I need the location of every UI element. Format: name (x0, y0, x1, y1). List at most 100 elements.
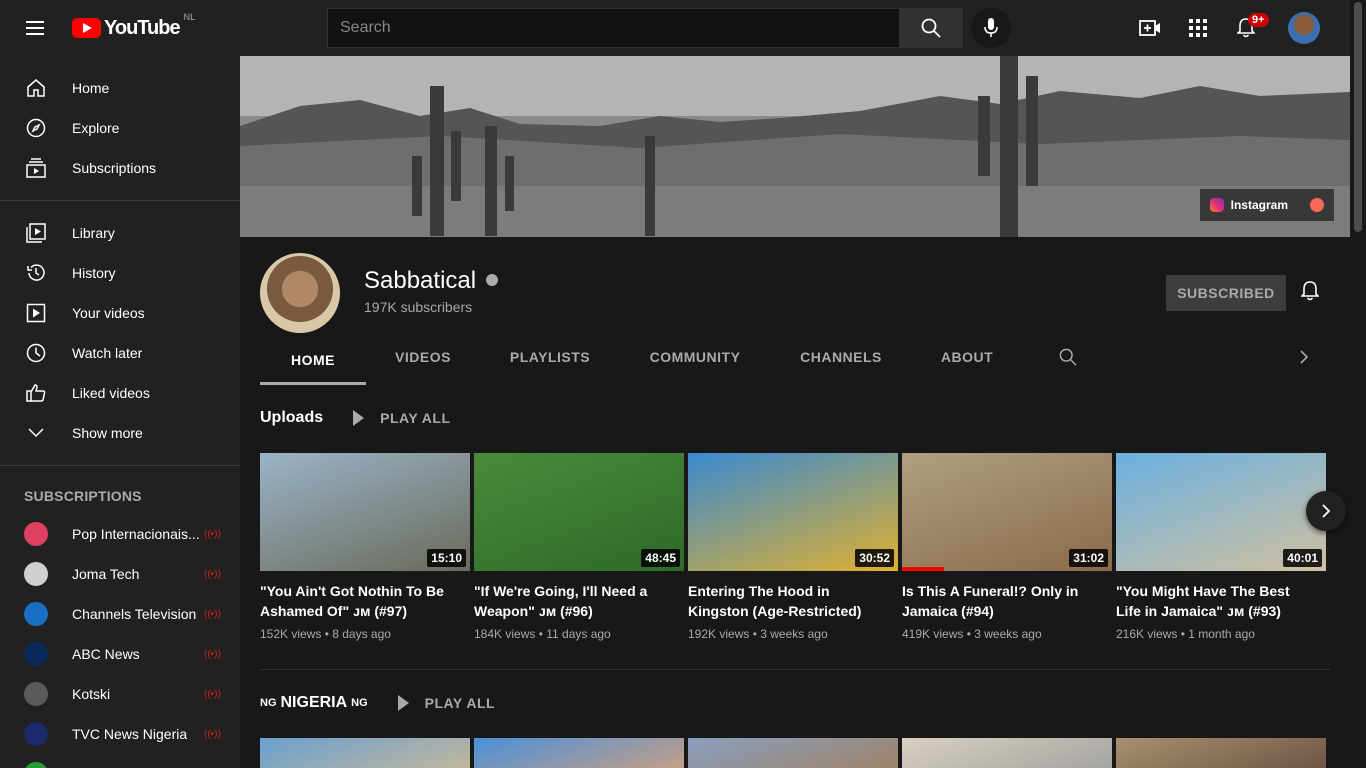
video-thumbnail[interactable] (1116, 738, 1326, 768)
search-input[interactable] (327, 8, 899, 48)
subscription-item[interactable]: THE WILD ELEPHA...((•)) (0, 754, 240, 768)
shelf-divider (260, 669, 1330, 670)
subscription-item[interactable]: ABC News ((•)) (0, 634, 240, 674)
nigeria-flag-suffix: NG (351, 697, 368, 709)
video-duration: 30:52 (855, 549, 894, 567)
video-metadata: 216K views • 1 month ago (1116, 627, 1255, 641)
play-icon (397, 695, 409, 711)
sidebar-item-library[interactable]: Library (0, 213, 240, 253)
subscription-item[interactable]: Kotski ((•)) (0, 674, 240, 714)
subscription-item[interactable]: Joma Tech ((•)) (0, 554, 240, 594)
video-card[interactable]: 40:01 "You Might Have The Best Life in Ja… (1116, 453, 1326, 641)
video-card[interactable] (688, 738, 898, 768)
scrollbar-thumb[interactable] (1354, 2, 1362, 232)
youtube-logo[interactable]: YouTube NL (72, 12, 195, 40)
video-thumbnail[interactable]: 40:01 (1116, 453, 1326, 571)
video-card[interactable] (1116, 738, 1326, 768)
sidebar-divider (0, 465, 240, 466)
search-icon (921, 18, 941, 38)
voice-search-button[interactable] (971, 8, 1011, 48)
patreon-icon[interactable] (1310, 198, 1324, 212)
video-card[interactable]: 31:02 Is This A Funeral!? Only in Jamaica… (902, 453, 1112, 641)
home-icon (24, 76, 48, 100)
shelf-scroll-right-button[interactable] (1306, 491, 1346, 531)
sidebar-item-show-more[interactable]: Show more (0, 413, 240, 453)
banner-social-links[interactable]: Instagram (1199, 189, 1334, 221)
notification-badge: 9+ (1248, 13, 1269, 27)
account-avatar[interactable] (1288, 12, 1320, 44)
sidebar-item-history[interactable]: History (0, 253, 240, 293)
tabs-scroll-right-button[interactable] (1294, 347, 1314, 367)
sidebar-item-liked-videos[interactable]: Liked videos (0, 373, 240, 413)
instagram-link[interactable]: Instagram (1231, 198, 1288, 212)
video-thumbnail[interactable]: 30:52 (688, 453, 898, 571)
video-metadata: 419K views • 3 weeks ago (902, 627, 1042, 641)
subscribed-button[interactable]: SUBSCRIBED (1166, 275, 1286, 311)
uploads-shelf-title[interactable]: Uploads (260, 409, 323, 427)
channel-avatar[interactable] (260, 253, 340, 333)
video-title[interactable]: "You Might Have The Best Life in Jamaica… (1116, 581, 1326, 621)
subscription-item[interactable]: Pop Internacionais... ((•)) (0, 514, 240, 554)
video-thumbnail[interactable]: 15:10 (260, 453, 470, 571)
nigeria-flag-prefix: NG (260, 697, 277, 709)
sidebar-item-subscriptions[interactable]: Subscriptions (0, 148, 240, 188)
uploads-play-all-button[interactable]: PLAY ALL (353, 410, 450, 426)
nigeria-play-all-button[interactable]: PLAY ALL (397, 695, 495, 711)
channel-avatar (24, 522, 48, 546)
video-thumbnail[interactable] (260, 738, 470, 768)
nigeria-shelf-header: NG NIGERIA NG PLAY ALL (260, 694, 495, 712)
tab-videos[interactable]: VIDEOS (366, 333, 480, 381)
video-title[interactable]: "You Ain't Got Nothin To Be Ashamed Of" … (260, 581, 470, 621)
video-thumbnail[interactable]: 31:02 (902, 453, 1112, 571)
channel-notification-button[interactable] (1298, 279, 1322, 303)
video-title[interactable]: "If We're Going, I'll Need a Weapon" ᴊᴍ … (474, 581, 684, 621)
apps-button[interactable] (1182, 12, 1214, 44)
video-card[interactable] (260, 738, 470, 768)
video-card[interactable] (474, 738, 684, 768)
subscription-name: Kotski (72, 686, 111, 702)
play-icon (353, 410, 365, 426)
video-metadata: 192K views • 3 weeks ago (688, 627, 828, 641)
channel-search-button[interactable] (1058, 347, 1078, 367)
sidebar-item-explore[interactable]: Explore (0, 108, 240, 148)
search-button[interactable] (899, 8, 963, 48)
tab-community[interactable]: COMMUNITY (620, 333, 770, 381)
top-bar: YouTube NL 9+ (0, 0, 1366, 56)
subscriptions-heading: SUBSCRIPTIONS (24, 488, 142, 504)
menu-icon[interactable] (20, 12, 52, 44)
page-scrollbar[interactable] (1350, 0, 1366, 768)
banner-image (240, 56, 1350, 237)
tab-home[interactable]: HOME (260, 333, 366, 385)
video-thumbnail[interactable] (474, 738, 684, 768)
video-duration: 48:45 (641, 549, 680, 567)
create-video-button[interactable] (1134, 12, 1166, 44)
subscription-item[interactable]: TVC News Nigeria ((•)) (0, 714, 240, 754)
chevron-right-icon (1300, 350, 1309, 364)
video-thumbnail[interactable] (688, 738, 898, 768)
tab-channels[interactable]: CHANNELS (770, 333, 912, 381)
channel-name-text: Sabbatical (364, 267, 477, 294)
sidebar-item-home[interactable]: Home (0, 68, 240, 108)
sidebar-item-label: Show more (72, 425, 143, 441)
nigeria-shelf-title[interactable]: NIGERIA (281, 694, 348, 712)
uploads-shelf-header: Uploads PLAY ALL (260, 409, 451, 427)
video-thumbnail[interactable]: 48:45 (474, 453, 684, 571)
tab-playlists[interactable]: PLAYLISTS (480, 333, 620, 381)
logo-text: YouTube (104, 16, 181, 39)
sidebar-item-your-videos[interactable]: Your videos (0, 293, 240, 333)
video-card[interactable]: 48:45 "If We're Going, I'll Need a Weapon… (474, 453, 684, 641)
video-title[interactable]: Is This A Funeral!? Only in Jamaica (#94… (902, 581, 1112, 621)
video-card[interactable]: 15:10 "You Ain't Got Nothin To Be Ashamed… (260, 453, 470, 641)
video-card[interactable]: 30:52 Entering The Hood in Kingston (Age-… (688, 453, 898, 641)
subscription-item[interactable]: Channels Television ((•)) (0, 594, 240, 634)
video-card[interactable] (902, 738, 1112, 768)
channel-avatar (24, 642, 48, 666)
sidebar-item-watch-later[interactable]: Watch later (0, 333, 240, 373)
main-content: Instagram Sabbatical 197K subscribers SU… (240, 56, 1350, 768)
microphone-icon (984, 18, 998, 37)
channel-avatar (24, 562, 48, 586)
play-all-label: PLAY ALL (380, 410, 451, 426)
video-thumbnail[interactable] (902, 738, 1112, 768)
tab-about[interactable]: ABOUT (912, 333, 1022, 381)
video-title[interactable]: Entering The Hood in Kingston (Age-Restr… (688, 581, 898, 621)
